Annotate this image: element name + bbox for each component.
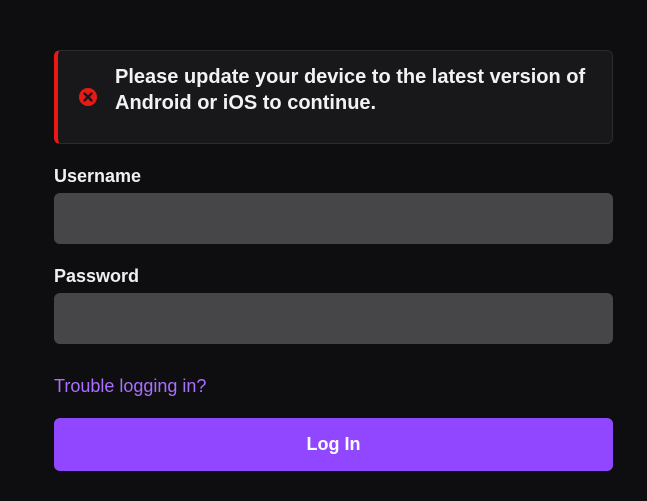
error-circle-icon [78,87,98,107]
username-label: Username [54,166,142,186]
username-input[interactable] [54,193,613,244]
trouble-logging-in-link[interactable]: Trouble logging in? [54,375,206,397]
alert-message: Please update your device to the latest … [115,66,586,114]
login-form: Please update your device to the latest … [54,50,613,471]
password-input[interactable] [54,293,613,344]
password-label: Password [54,266,140,286]
log-in-button[interactable]: Log In [54,418,613,471]
update-required-alert: Please update your device to the latest … [54,50,613,144]
